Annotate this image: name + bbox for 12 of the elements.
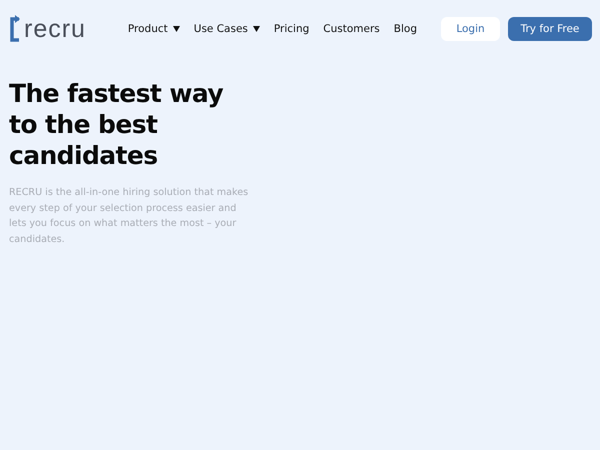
try-free-button[interactable]: Try for Free — [508, 17, 592, 41]
nav-link[interactable]: Customers — [323, 23, 380, 35]
login-button[interactable]: Login — [441, 17, 500, 41]
logo-text: recru — [23, 14, 86, 44]
hero-description: RECRU is the all-in-one hiring solution that makes every step of your selection process easier and lets you focus on what matters the most – your candidates. — [9, 186, 249, 246]
nav-link[interactable]: Pricing — [274, 23, 310, 35]
nav-link[interactable]: Blog — [394, 23, 417, 35]
logo[interactable]: recru — [8, 14, 118, 44]
logo-icon — [8, 14, 20, 44]
nav-link[interactable]: Use Cases — [194, 23, 260, 35]
hero-title: The fastest way to the best candidates — [9, 78, 224, 171]
nav-link[interactable]: Product — [128, 23, 180, 35]
